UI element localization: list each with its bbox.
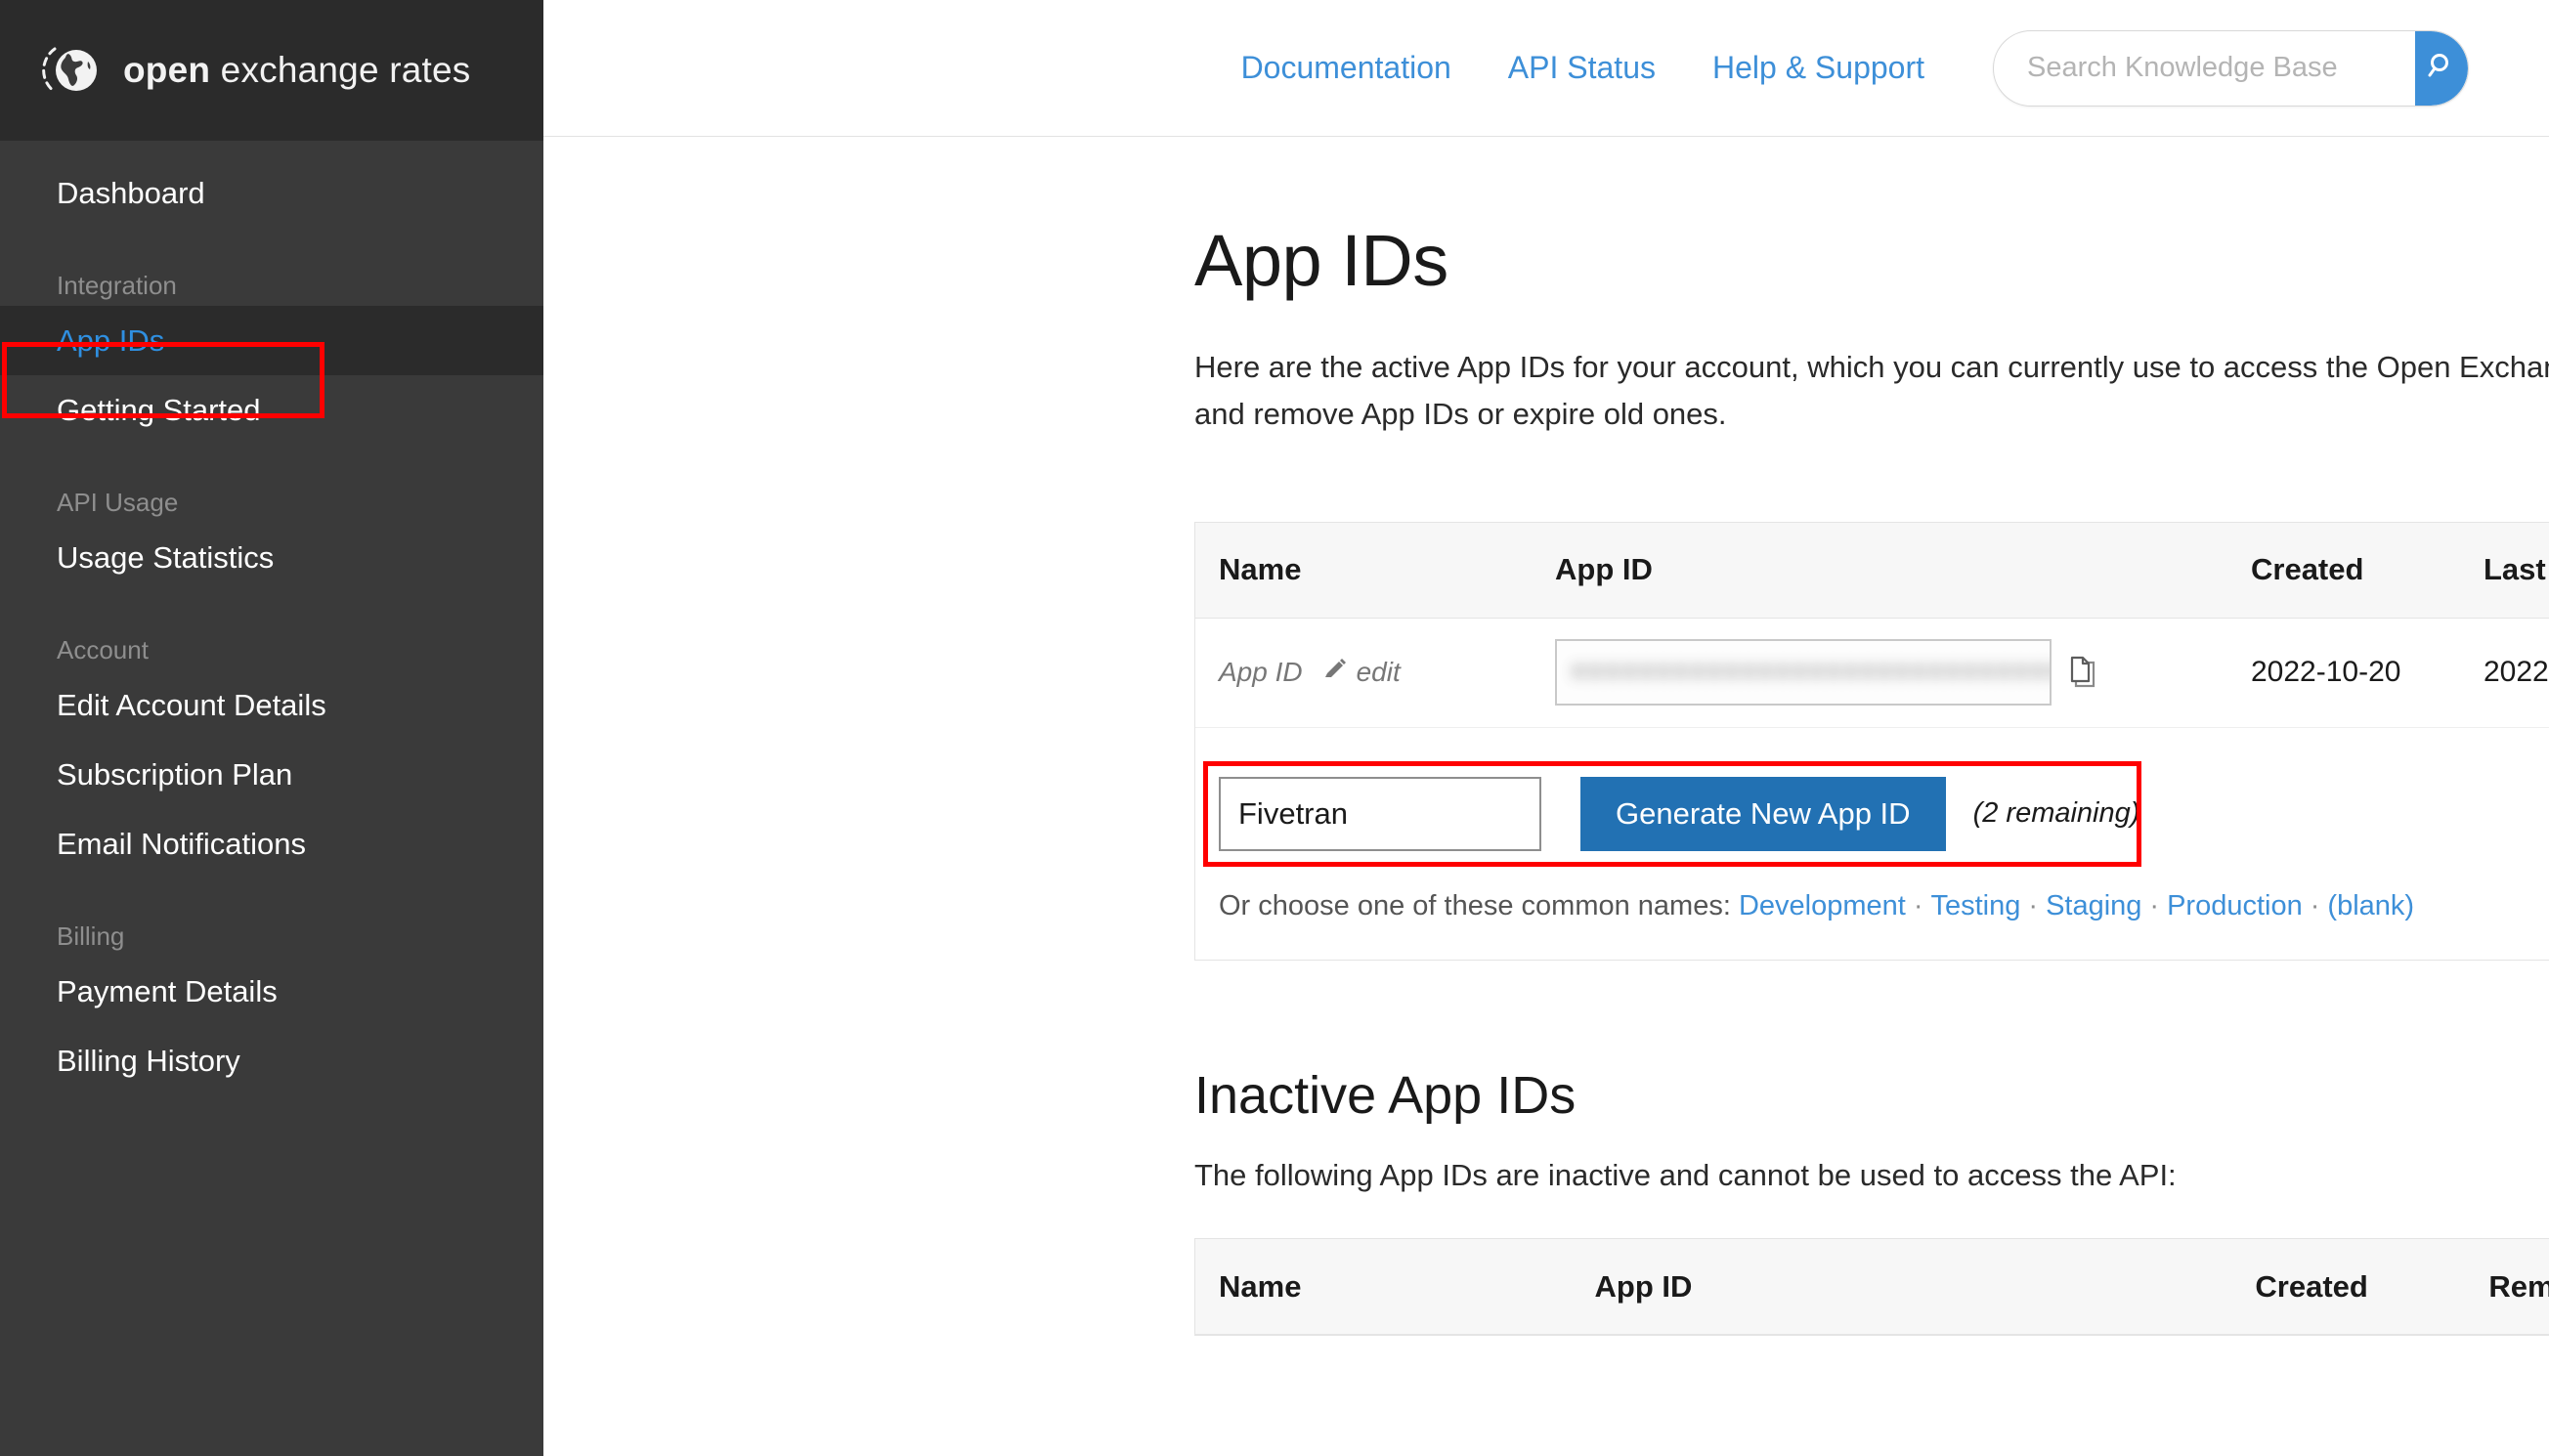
remaining-count-label: (2 remaining) xyxy=(1972,797,2140,830)
edit-label: edit xyxy=(1356,657,1401,688)
sidebar-item-app-ids[interactable]: App IDs xyxy=(0,306,543,375)
pencil-icon xyxy=(1322,657,1348,689)
column-header-name: Name xyxy=(1219,1268,1302,1304)
search-input[interactable] xyxy=(1994,30,2415,106)
common-name-separator: · xyxy=(2149,889,2160,921)
common-name-staging[interactable]: Staging xyxy=(2046,890,2141,921)
sidebar-item-email-notifications[interactable]: Email Notifications xyxy=(0,809,543,878)
cell-app-id-value: xxxxxxxxxxxxxxxxxxxxxxxxxxxxxxxx xyxy=(1555,639,2251,707)
common-names-prefix: Or choose one of these common names: xyxy=(1219,889,1731,921)
inactive-app-ids-card: Name App ID Created Removed Make Active xyxy=(1194,1238,2549,1337)
sidebar-group-billing: Billing xyxy=(57,921,125,951)
common-name-separator: · xyxy=(1913,889,1923,921)
new-app-id-name-input[interactable] xyxy=(1219,776,1541,851)
top-navigation-bar: Documentation API Status Help & Support xyxy=(543,0,2549,137)
search-icon xyxy=(2425,50,2458,86)
sidebar-item-getting-started[interactable]: Getting Started xyxy=(0,375,543,445)
active-table-header-row: Name App ID Created Last Used Deactivate xyxy=(1195,522,2549,619)
common-name-testing[interactable]: Testing xyxy=(1931,890,2021,921)
page-title: App IDs xyxy=(1194,220,1448,301)
main-area: Documentation API Status Help & Support … xyxy=(543,0,2549,1456)
common-name-production[interactable]: Production xyxy=(2167,890,2303,921)
common-name-separator: · xyxy=(2028,889,2039,921)
app-id-name-label: App ID xyxy=(1219,657,1303,688)
table-row: App ID edit xxxxxxxxxxxxxxxxxxxxxxxxxxxx… xyxy=(1195,619,2549,728)
inactive-section-title: Inactive App IDs xyxy=(1194,1065,1577,1125)
sidebar-item-usage-statistics[interactable]: Usage Statistics xyxy=(0,523,543,592)
knowledge-base-search xyxy=(1993,29,2469,107)
sidebar-item-dashboard[interactable]: Dashboard xyxy=(0,158,543,228)
column-header-created: Created xyxy=(2255,1268,2368,1304)
sidebar: open exchange rates Dashboard Integratio… xyxy=(0,0,543,1456)
column-header-last-used: Last Used xyxy=(2484,552,2549,587)
brand-name-bold: open xyxy=(123,50,211,90)
sidebar-item-payment-details[interactable]: Payment Details xyxy=(0,957,543,1026)
sidebar-item-edit-account-details[interactable]: Edit Account Details xyxy=(0,670,543,740)
copy-icon[interactable] xyxy=(2069,656,2098,689)
nav-link-api-status[interactable]: API Status xyxy=(1508,50,1656,86)
edit-name-button[interactable]: edit xyxy=(1322,657,1401,689)
sidebar-nav: Dashboard Integration App IDs Getting St… xyxy=(0,141,543,1095)
column-header-app-id: App ID xyxy=(1594,1268,1693,1304)
sidebar-group-api-usage: API Usage xyxy=(57,488,179,517)
page-content: App IDs Here are the active App IDs for … xyxy=(543,220,2549,1337)
common-name-development[interactable]: Development xyxy=(1739,890,1906,921)
app-id-readonly-field[interactable]: xxxxxxxxxxxxxxxxxxxxxxxxxxxxxxxx xyxy=(1555,639,2052,707)
sidebar-group-integration: Integration xyxy=(57,271,177,300)
page-description: Here are the active App IDs for your acc… xyxy=(1194,349,2549,431)
column-header-app-id: App ID xyxy=(1555,552,1653,587)
column-header-name: Name xyxy=(1219,552,1302,587)
sidebar-item-subscription-plan[interactable]: Subscription Plan xyxy=(0,740,543,809)
generate-app-id-row: Generate New App ID (2 remaining) xyxy=(1219,775,2549,853)
cell-app-id-name: App ID edit xyxy=(1195,657,1555,689)
nav-link-documentation[interactable]: Documentation xyxy=(1241,50,1451,86)
app-id-masked-text: xxxxxxxxxxxxxxxxxxxxxxxxxxxxxxxx xyxy=(1571,658,2050,688)
cell-created-date: 2022-10-20 xyxy=(2251,656,2401,689)
cell-last-used-date: 2022-10-25 xyxy=(2484,656,2549,689)
sidebar-item-billing-history[interactable]: Billing History xyxy=(0,1026,543,1095)
search-button[interactable] xyxy=(2415,30,2468,106)
nav-link-help-support[interactable]: Help & Support xyxy=(1712,50,1924,86)
common-names-row: Or choose one of these common names: Dev… xyxy=(1195,863,2549,960)
column-header-created: Created xyxy=(2251,552,2364,587)
brand-logo[interactable]: open exchange rates xyxy=(0,0,543,141)
generate-new-app-id-button[interactable]: Generate New App ID xyxy=(1580,776,1946,851)
inactive-table-header-row: Name App ID Created Removed Make Active xyxy=(1195,1239,2549,1336)
app-root: open exchange rates Dashboard Integratio… xyxy=(0,0,2549,1456)
brand-name-rest: exchange rates xyxy=(210,50,471,90)
common-name-blank[interactable]: (blank) xyxy=(2327,890,2414,921)
sidebar-group-account: Account xyxy=(57,635,149,664)
column-header-removed: Removed xyxy=(2488,1268,2549,1304)
globe-icon xyxy=(41,40,102,101)
generate-app-id-section: Generate New App ID (2 remaining) xyxy=(1195,728,2549,867)
active-app-ids-card: Name App ID Created Last Used Deactivate… xyxy=(1194,521,2549,961)
common-name-separator: · xyxy=(2310,889,2320,921)
brand-name: open exchange rates xyxy=(123,50,470,91)
inactive-section-description: The following App IDs are inactive and c… xyxy=(1194,1158,2177,1193)
